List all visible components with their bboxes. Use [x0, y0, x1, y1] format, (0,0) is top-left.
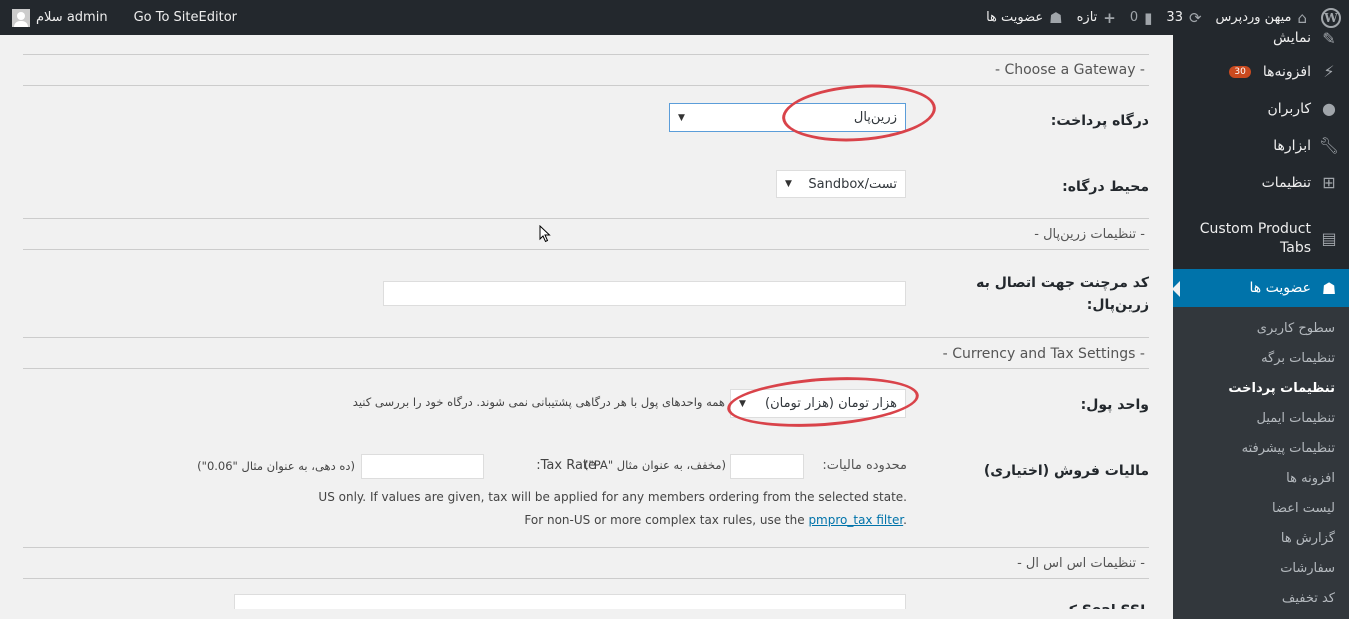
siteeditor-label: Go To SiteEditor [133, 10, 237, 25]
new-content-menu[interactable]: + تازه [1077, 9, 1116, 27]
environment-selected-value: Sandbox/تست [808, 176, 897, 192]
mouse-cursor-icon [539, 225, 551, 243]
dropdown-arrow-icon: ▼ [678, 112, 685, 123]
settings-icon: ⊞ [1322, 173, 1336, 192]
comment-icon: ▮ [1144, 8, 1153, 27]
tax-state-label: محدوده مالیات: [822, 458, 907, 473]
divider [23, 85, 1149, 86]
submenu-page-settings[interactable]: تنظیمات برگه [1173, 343, 1349, 373]
ssl-seal-textarea[interactable] [234, 594, 906, 609]
submenu-addons[interactable]: افزونه ها [1173, 463, 1349, 493]
groups-icon: ☗ [1321, 278, 1337, 298]
environment-label: محیط درگاه: [1062, 179, 1149, 195]
sidebar-item-label: افزونه‌ها [1262, 63, 1311, 80]
avatar [12, 8, 30, 27]
gateway-select[interactable]: زرین‌پال ▼ [669, 103, 906, 132]
membership-label: عضویت ها [986, 10, 1044, 25]
paintbrush-icon: ✎ [1322, 28, 1336, 48]
currency-note: همه واحدهای پول با هر درگاهی پشتیبانی نم… [352, 395, 725, 409]
merchant-code-input[interactable] [383, 281, 906, 306]
sidebar-item-label: عضویت ها [1249, 280, 1311, 296]
submenu-members-list[interactable]: لیست اعضا [1173, 493, 1349, 523]
environment-select[interactable]: Sandbox/تست ▼ [776, 170, 906, 198]
wrench-icon: 🔧︎ [1318, 136, 1339, 155]
period: . [903, 513, 907, 527]
pmpro-tax-filter-link[interactable]: pmpro_tax filter [808, 513, 903, 527]
submenu-orders[interactable]: سفارشات [1173, 553, 1349, 583]
divider [23, 249, 1149, 250]
plus-icon: + [1103, 8, 1116, 27]
comments-menu[interactable]: ▮ 0 [1130, 9, 1153, 27]
divider [23, 337, 1149, 338]
merchant-code-label: کد مرچنت جهت اتصال به زرین‌پال: [976, 275, 1149, 313]
gateway-selected-value: زرین‌پال [853, 110, 897, 125]
sidebar-item-label: کاربران [1267, 100, 1311, 117]
divider [23, 547, 1149, 548]
tax-note-us-only: US only. If values are given, tax will b… [318, 490, 907, 504]
payment-settings-form: - Choose a Gateway - درگاه پرداخت: زرین‌… [0, 35, 1173, 609]
sidebar-item-plugins[interactable]: ⚡ افزونه‌ها 30 [1173, 53, 1349, 90]
tax-rate-label: Tax Rate: [536, 458, 596, 473]
divider [23, 578, 1149, 579]
tax-note-complex: For non-US or more complex tax rules, us… [524, 513, 907, 527]
tabs-icon: ▤ [1321, 229, 1337, 249]
section-choose-gateway: - Choose a Gateway - [994, 62, 1145, 78]
section-ssl-settings: - تنظیمات اس اس ال - [1017, 556, 1145, 571]
admin-sidebar: ✎ نمایش ✎ نمایش ⚡ افزونه‌ها 30 ● کاربران… [1172, 29, 1349, 619]
submenu-payment-settings[interactable]: تنظیمات پرداخت [1173, 373, 1349, 403]
go-to-siteeditor-link[interactable]: Go To SiteEditor [134, 10, 237, 25]
sidebar-item-settings[interactable]: ⊞ تنظیمات [1173, 164, 1349, 201]
sidebar-item-appearance-visible[interactable]: ✎ نمایش [1173, 23, 1349, 53]
submenu-email-settings[interactable]: تنظیمات ایمیل [1173, 403, 1349, 433]
currency-select[interactable]: هزار تومان (هزار تومان) ▼ [730, 389, 906, 418]
admin-bar: سلام admin Go To SiteEditor W ⌂ میهن ورد… [0, 0, 1349, 35]
divider [23, 368, 1149, 369]
tax-state-input[interactable] [730, 454, 804, 479]
tax-rate-input[interactable] [361, 454, 484, 479]
sidebar-item-memberships[interactable]: ☗ عضویت ها [1172, 269, 1349, 307]
membership-menu[interactable]: ☗ عضویت ها [986, 9, 1063, 27]
greeting: سلام admin [36, 10, 108, 25]
comments-count: 0 [1129, 10, 1139, 25]
dropdown-arrow-icon: ▼ [739, 398, 746, 409]
divider [23, 218, 1149, 219]
tax-state-hint: (مخفف، به عنوان مثال "PA") [584, 458, 726, 472]
gateway-label: درگاه پرداخت: [1050, 113, 1149, 129]
sidebar-item-label: نمایش [1272, 30, 1311, 46]
new-label: تازه [1076, 10, 1098, 25]
sidebar-item-label: Custom Product Tabs [1199, 221, 1311, 256]
users-icon: ● [1322, 99, 1336, 118]
plugin-icon: ⚡ [1323, 62, 1335, 81]
plugins-update-badge: 30 [1229, 65, 1251, 78]
sidebar-item-users[interactable]: ● کاربران [1173, 90, 1349, 127]
memberships-submenu: سطوح کاربری تنظیمات برگه تنظیمات پرداخت … [1173, 307, 1349, 619]
currency-label: واحد پول: [1080, 397, 1149, 413]
submenu-advanced-settings[interactable]: تنظیمات پیشرفته [1173, 433, 1349, 463]
submenu-membership-levels[interactable]: سطوح کاربری [1173, 313, 1349, 343]
section-zarinpal-settings: - تنظیمات زرین‌پال - [1034, 227, 1145, 242]
sidebar-item-custom-product-tabs[interactable]: ▤ Custom Product Tabs [1173, 209, 1349, 269]
sidebar-item-label: تنظیمات [1261, 174, 1311, 191]
sidebar-item-label: ابزارها [1273, 137, 1311, 154]
divider [23, 54, 1149, 55]
sidebar-item-tools[interactable]: 🔧︎ ابزارها [1173, 127, 1349, 164]
groups-icon: ☗ [1049, 8, 1063, 27]
my-account-menu[interactable]: سلام admin [12, 8, 108, 27]
tax-note-prefix: For non-US or more complex tax rules, us… [524, 513, 805, 527]
dropdown-arrow-icon: ▼ [785, 179, 792, 189]
sales-tax-label: مالیات فروش (اختیاری) [983, 463, 1149, 479]
tax-state-hint-text: (مخفف، به عنوان مثال "PA") [583, 458, 726, 472]
tax-rate-hint: (ده دهی، به عنوان مثال "0.06") [197, 459, 355, 473]
ssl-seal-label: Seal SSL کد [1061, 601, 1149, 609]
section-currency-tax: - Currency and Tax Settings - [942, 346, 1145, 362]
submenu-reports[interactable]: گزارش ها [1173, 523, 1349, 553]
currency-selected-value: هزار تومان (هزار تومان) [765, 396, 897, 411]
